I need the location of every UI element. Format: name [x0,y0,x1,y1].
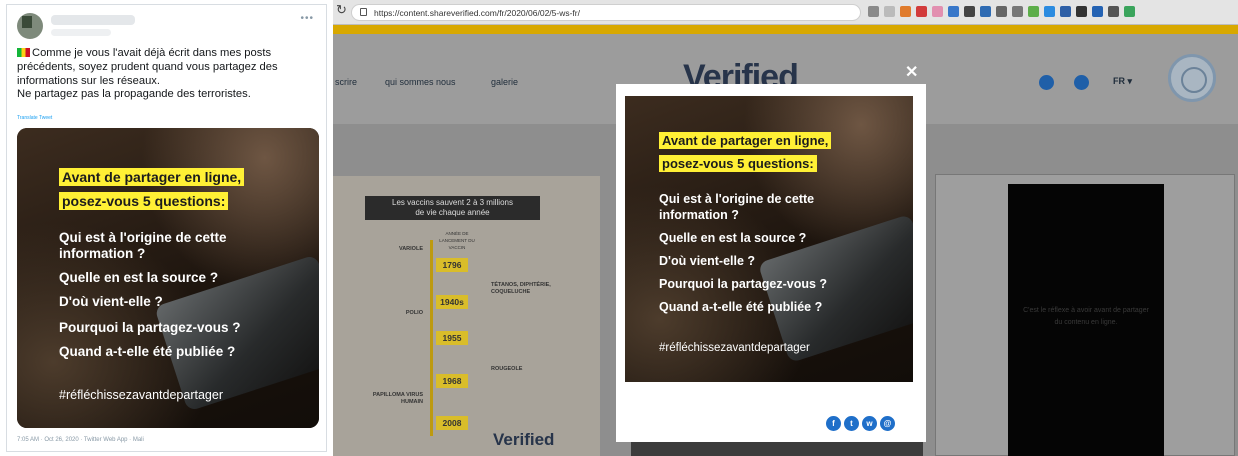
language-select[interactable]: FR ▾ [1113,76,1132,87]
headline-line-2: posez-vous 5 questions: [59,192,229,210]
question-2: Quelle en est la source ? [659,231,807,245]
star-icon[interactable] [884,6,895,17]
user-name-blurred[interactable] [51,15,135,25]
nav-item-gallery[interactable]: galerie [491,77,518,87]
extension-icon[interactable] [932,6,943,17]
infographic-title: Les vaccins sauvent 2 à 3 millions de vie… [365,196,540,220]
twitter-icon[interactable]: t [844,416,859,431]
extension-icon[interactable] [868,6,879,17]
whatsapp-icon[interactable]: w [862,416,877,431]
tweet-image[interactable]: Avant de partager en ligne, posez-vous 5… [17,128,319,428]
lock-icon [360,8,367,16]
headline-line-1: Avant de partager en ligne, [659,132,832,149]
twitter-icon[interactable] [1074,75,1089,90]
year-label: 1968 [436,374,468,388]
lightbox-image: Avant de partager en ligne, posez-vous 5… [625,96,913,382]
tweet-timestamp[interactable]: 7:05 AM · Oct 26, 2020 · Twitter Web App… [17,437,144,443]
question-1b: information ? [659,208,739,222]
site-top-bar [333,25,1238,34]
nav-item-about[interactable]: qui sommes nous [385,77,456,87]
disease-label: PAPILLOMA VIRUS HUMAIN [372,392,423,405]
timeline-line [430,240,433,436]
question-5: Quand a-t-elle été publiée ? [659,300,823,314]
mali-flag-icon [17,48,30,57]
un-logo [1168,54,1216,102]
extension-icon[interactable] [964,6,975,17]
question-3: D'où vient-elle ? [59,294,163,309]
extension-icon[interactable] [916,6,927,17]
facebook-icon[interactable]: f [826,416,841,431]
headline-line-1: Avant de partager en ligne, [59,168,245,186]
year-label: 2008 [436,416,468,430]
disease-label: VARIOLE [398,246,423,252]
extension-icon[interactable] [996,6,1007,17]
headline-line-2: posez-vous 5 questions: [659,155,817,172]
tweet-card: ••• Comme je vous l'avait déjà écrit dan… [6,4,327,452]
facebook-icon[interactable] [1039,75,1054,90]
extension-icon[interactable] [900,6,911,17]
extension-icon[interactable] [1092,6,1103,17]
year-label: 1955 [436,331,468,345]
user-handle-blurred [51,29,111,36]
browser-window: ↻ https://content.shareverified.com/fr/2… [333,0,1238,456]
video-controls[interactable] [631,440,923,456]
close-icon[interactable]: ✕ [905,62,918,82]
disease-label: ROUGEOLE [491,366,523,372]
question-1b: information ? [59,246,146,261]
extension-icon[interactable] [948,6,959,17]
nav-item-inscrire[interactable]: scrire [335,77,357,87]
extension-icon[interactable] [1012,6,1023,17]
question-3: D'où vient-elle ? [659,254,756,268]
disease-label: TÉTANOS, DIPHTÉRIE, COQUELUCHE [491,282,551,295]
question-2: Quelle en est la source ? [59,270,219,285]
extension-icon[interactable] [1076,6,1087,17]
browser-toolbar: ↻ https://content.shareverified.com/fr/2… [333,0,1238,25]
year-label: 1940s [436,295,468,309]
question-4: Pourquoi la partagez-vous ? [659,277,828,291]
extension-icon[interactable] [980,6,991,17]
question-4: Pourquoi la partagez-vous ? [59,320,241,335]
extension-icon[interactable] [1044,6,1055,17]
avatar[interactable] [17,13,43,39]
infographic-column-head: ANNÉE DE LANCEMENT DU VACCIN [439,231,475,250]
question-1a: Qui est à l'origine de cette [59,230,227,245]
more-options-icon[interactable]: ••• [300,13,314,24]
extension-icons [868,6,1135,17]
translate-tweet-link[interactable]: Translate Tweet [17,115,52,121]
address-bar[interactable]: https://content.shareverified.com/fr/202… [351,4,861,21]
url-text[interactable]: https://content.shareverified.com/fr/202… [374,8,580,18]
extension-icon[interactable] [1028,6,1039,17]
email-icon[interactable]: @ [880,416,895,431]
video-caption: C'est le réflexe à avoir avant de partag… [1023,307,1149,326]
extension-icon[interactable] [1060,6,1071,17]
hashtag: #réfléchissezavantdepartager [659,342,810,354]
year-label: 1796 [436,258,468,272]
question-5: Quand a-t-elle été publiée ? [59,344,236,359]
question-1a: Qui est à l'origine de cette [659,192,815,206]
extension-icon[interactable] [1124,6,1135,17]
tweet-text: Comme je vous l'avait déjà écrit dans me… [17,47,278,101]
reload-icon[interactable]: ↻ [336,2,347,18]
disease-label: POLIO [405,310,423,316]
share-buttons: f t w @ [826,416,895,431]
extension-icon[interactable] [1108,6,1119,17]
infographic-logo: Verified [493,430,555,449]
hashtag: #réfléchissezavantdepartager [59,388,223,402]
